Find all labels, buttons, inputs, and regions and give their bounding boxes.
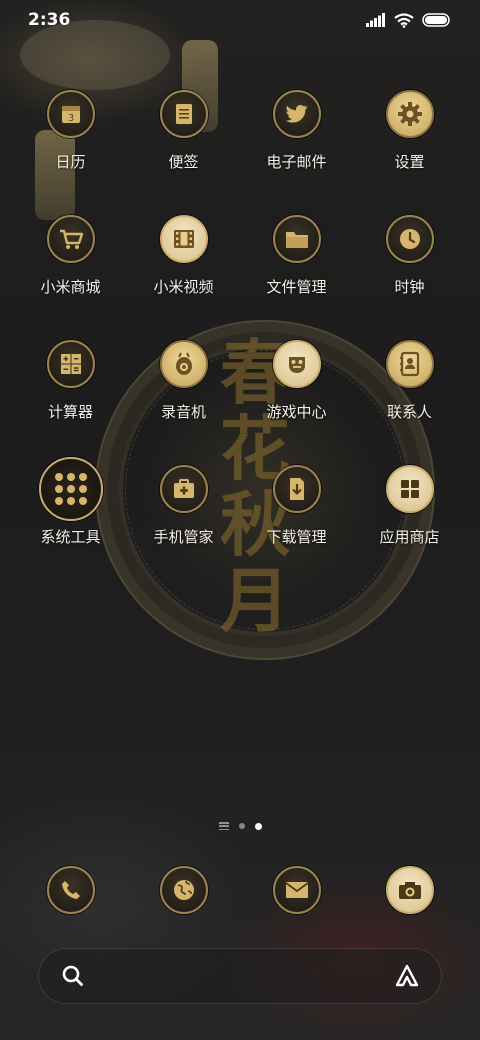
dock [14,866,466,914]
shopping-cart-icon [46,215,95,263]
status-time: 2:36 [28,10,71,30]
app-mi-video[interactable]: 小米视频 [127,215,240,340]
clock-icon [385,215,434,263]
page-menu-icon[interactable] [218,822,229,830]
app-label: 日历 [55,153,86,171]
app-email[interactable]: 电子邮件 [240,90,353,215]
app-clock[interactable]: 时钟 [353,215,466,340]
app-calendar[interactable]: 3 日历 [14,90,127,215]
app-label: 电子邮件 [266,153,327,171]
app-label: 时钟 [394,278,425,296]
signal-icon [366,13,385,27]
game-icon [272,340,321,388]
app-label: 应用商店 [379,528,440,546]
assistant-icon[interactable] [393,963,421,989]
page-dot[interactable] [238,823,245,829]
app-label: 小米商城 [40,278,101,296]
app-label: 设置 [394,153,425,171]
app-label: 录音机 [160,403,206,421]
app-contacts[interactable]: 联系人 [353,340,466,465]
calculator-icon [46,340,95,388]
dock-browser[interactable] [127,866,240,914]
contacts-icon [385,340,434,388]
app-recorder[interactable]: 录音机 [127,340,240,465]
folder-icon [272,215,321,263]
app-label: 游戏中心 [266,403,327,421]
status-bar: 2:36 [0,0,480,40]
twitter-bird-icon [272,90,321,138]
camera-icon [385,866,434,914]
first-aid-icon [159,465,208,513]
dock-phone[interactable] [14,866,127,914]
app-label: 文件管理 [266,278,327,296]
status-icons [366,12,452,28]
search-icon[interactable] [61,964,85,988]
page-dot-active[interactable] [254,822,262,830]
app-game-center[interactable]: 游戏中心 [240,340,353,465]
app-settings[interactable]: 设置 [353,90,466,215]
tools-folder-icon [38,457,103,521]
gear-icon [385,90,434,138]
calendar-icon: 3 [46,90,95,138]
app-label: 计算器 [47,403,93,421]
app-label: 系统工具 [40,528,101,546]
app-label: 便签 [168,153,199,171]
film-icon [159,215,208,263]
globe-icon [159,866,208,914]
app-label: 小米视频 [153,278,214,296]
recorder-icon [159,340,208,388]
notes-icon [159,90,208,138]
search-bar[interactable] [38,948,442,1004]
mail-icon [272,866,321,914]
app-grid: 3 日历 便签 电子邮件 设置 小米商城 小米视频 文件管理 时钟 计算器 录音… [14,90,466,590]
app-download-manager[interactable]: 下载管理 [240,465,353,590]
app-file-manager[interactable]: 文件管理 [240,215,353,340]
dock-mail[interactable] [240,866,353,914]
app-label: 联系人 [386,403,432,421]
phone-icon [46,866,95,914]
download-icon [272,465,321,513]
app-calculator[interactable]: 计算器 [14,340,127,465]
app-mi-store[interactable]: 小米商城 [14,215,127,340]
app-label: 手机管家 [153,528,214,546]
app-notes[interactable]: 便签 [127,90,240,215]
app-label: 下载管理 [266,528,327,546]
svg-text:3: 3 [67,113,73,124]
battery-icon [422,13,450,27]
dock-camera[interactable] [353,866,466,914]
wifi-icon [394,12,414,28]
app-system-tools[interactable]: 系统工具 [14,457,127,590]
app-phone-manager[interactable]: 手机管家 [127,465,240,590]
page-indicator [0,822,480,830]
app-app-store[interactable]: 应用商店 [353,465,466,590]
app-store-icon [385,465,434,513]
